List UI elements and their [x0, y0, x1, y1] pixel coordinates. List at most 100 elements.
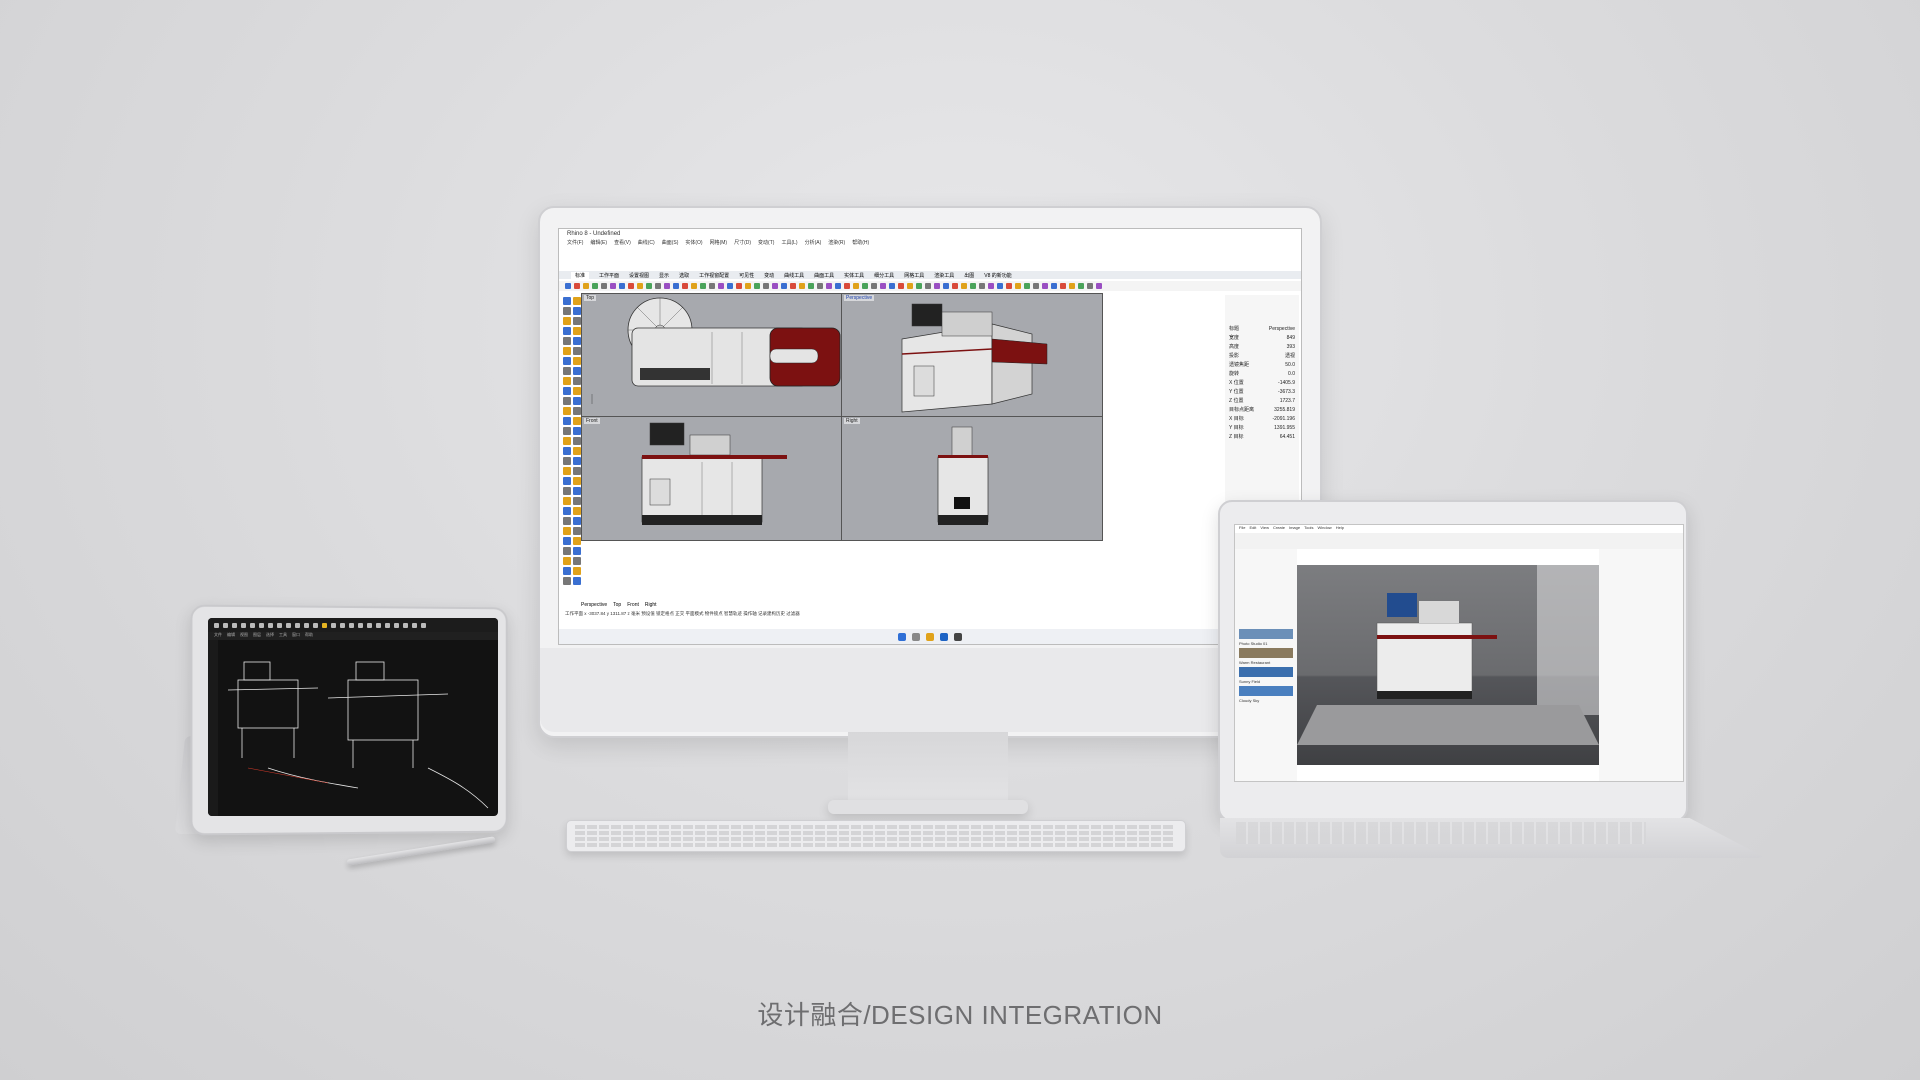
- side-tool-icon[interactable]: [573, 437, 581, 445]
- folder-icon[interactable]: [926, 632, 934, 641]
- toolbar-tool-icon[interactable]: [1069, 283, 1075, 289]
- side-tool-icon[interactable]: [563, 577, 571, 585]
- render-viewport[interactable]: [1297, 565, 1599, 765]
- toolbar-tool-icon[interactable]: [610, 283, 616, 289]
- toolbar-tool-icon[interactable]: [1006, 283, 1012, 289]
- side-tool-icon[interactable]: [563, 567, 571, 575]
- property-value[interactable]: -1405.9: [1278, 379, 1295, 388]
- menu-item[interactable]: Window: [1317, 525, 1331, 533]
- tab[interactable]: 渲染工具: [934, 272, 954, 279]
- tab[interactable]: 选取: [679, 272, 689, 279]
- menu-item[interactable]: Create: [1273, 525, 1285, 533]
- tab[interactable]: 曲面工具: [814, 272, 834, 279]
- menu-item[interactable]: 尺寸(D): [734, 239, 751, 247]
- toolbar-tool-icon[interactable]: [952, 283, 958, 289]
- property-row[interactable]: X 目标 -2091.196: [1225, 415, 1299, 424]
- toolbar-tool-icon[interactable]: [799, 283, 805, 289]
- toolbar-tool-icon[interactable]: [655, 283, 661, 289]
- tab[interactable]: 工作平面: [599, 272, 619, 279]
- menu-item[interactable]: View: [1260, 525, 1269, 533]
- side-tool-icon[interactable]: [573, 457, 581, 465]
- viewport-label[interactable]: Top: [584, 295, 597, 301]
- side-tool-icon[interactable]: [573, 357, 581, 365]
- toolbar-tool-icon[interactable]: [646, 283, 652, 289]
- menu-item[interactable]: Help: [1336, 525, 1344, 533]
- side-tool-icon[interactable]: [573, 567, 581, 575]
- side-tool-icon[interactable]: [573, 527, 581, 535]
- property-row[interactable]: 透镜焦距 50.0: [1225, 361, 1299, 370]
- toolbar-tool-icon[interactable]: [889, 283, 895, 289]
- tab[interactable]: 实体工具: [844, 272, 864, 279]
- menu-item[interactable]: Edit: [1249, 525, 1256, 533]
- toolbar-tool-icon[interactable]: [664, 283, 670, 289]
- hdri-thumb[interactable]: [1239, 629, 1293, 639]
- side-tool-icon[interactable]: [573, 307, 581, 315]
- side-tool-icon[interactable]: [573, 367, 581, 375]
- side-tool-icon[interactable]: [563, 357, 571, 365]
- property-row[interactable]: 宽度 849: [1225, 334, 1299, 343]
- side-tool-icon[interactable]: [563, 307, 571, 315]
- viewport-tab[interactable]: Right: [645, 602, 657, 608]
- toolbar-tool-icon[interactable]: [790, 283, 796, 289]
- viewport-perspective[interactable]: Perspective: [841, 293, 1103, 418]
- property-value[interactable]: 透视: [1285, 352, 1295, 361]
- property-row[interactable]: 高度 393: [1225, 343, 1299, 352]
- toolbar-tool-icon[interactable]: [592, 283, 598, 289]
- property-value[interactable]: 1723.7: [1280, 397, 1295, 406]
- property-value[interactable]: Perspective: [1269, 325, 1295, 334]
- side-tool-icon[interactable]: [573, 477, 581, 485]
- toolbar-tool-icon[interactable]: [736, 283, 742, 289]
- property-value[interactable]: 3255.819: [1274, 406, 1295, 415]
- tab[interactable]: 细分工具: [874, 272, 894, 279]
- property-row[interactable]: Y 位置 -3673.3: [1225, 388, 1299, 397]
- toolbar-tool-icon[interactable]: [871, 283, 877, 289]
- menu-item[interactable]: 帮助(H): [852, 239, 869, 247]
- menu-item[interactable]: 文件(F): [567, 239, 583, 247]
- side-tool-icon[interactable]: [563, 327, 571, 335]
- side-tool-icon[interactable]: [563, 297, 571, 305]
- toolbar-tool-icon[interactable]: [727, 283, 733, 289]
- side-tool-icon[interactable]: [563, 507, 571, 515]
- viewport-tab[interactable]: Top: [613, 602, 621, 608]
- toolbar-tool-icon[interactable]: [745, 283, 751, 289]
- viewport-label[interactable]: Front: [584, 418, 600, 424]
- property-row[interactable]: 投影 透视: [1225, 352, 1299, 361]
- side-tool-icon[interactable]: [573, 467, 581, 475]
- toolbar-tool-icon[interactable]: [574, 283, 580, 289]
- property-value[interactable]: 849: [1287, 334, 1295, 343]
- toolbar-tool-icon[interactable]: [1060, 283, 1066, 289]
- property-row[interactable]: X 位置 -1405.9: [1225, 379, 1299, 388]
- property-row[interactable]: 目标点距离 3255.819: [1225, 406, 1299, 415]
- hdri-thumb[interactable]: [1239, 667, 1293, 677]
- toolbar-tool-icon[interactable]: [700, 283, 706, 289]
- property-row[interactable]: Z 目标 64.451: [1225, 433, 1299, 442]
- toolbar-tool-icon[interactable]: [934, 283, 940, 289]
- side-tool-icon[interactable]: [563, 367, 571, 375]
- menu-item[interactable]: 变动(T): [758, 239, 774, 247]
- side-tool-icon[interactable]: [573, 507, 581, 515]
- viewport-front[interactable]: Front: [581, 416, 843, 541]
- side-tool-icon[interactable]: [563, 497, 571, 505]
- toolbar-tool-icon[interactable]: [826, 283, 832, 289]
- property-value[interactable]: 0.0: [1288, 370, 1295, 379]
- toolbar-tool-icon[interactable]: [1033, 283, 1039, 289]
- toolbar-tool-icon[interactable]: [709, 283, 715, 289]
- side-tool-icon[interactable]: [563, 457, 571, 465]
- side-tool-icon[interactable]: [563, 447, 571, 455]
- viewport-label[interactable]: Right: [844, 418, 860, 424]
- tab[interactable]: 设置视图: [629, 272, 649, 279]
- toolbar-tool-icon[interactable]: [1087, 283, 1093, 289]
- toolbar-tool-icon[interactable]: [1051, 283, 1057, 289]
- side-tool-icon[interactable]: [563, 517, 571, 525]
- side-tool-icon[interactable]: [573, 427, 581, 435]
- side-tool-icon[interactable]: [573, 517, 581, 525]
- toolbar-tool-icon[interactable]: [565, 283, 571, 289]
- side-tool-icon[interactable]: [573, 387, 581, 395]
- rhino-app-icon[interactable]: [954, 632, 962, 641]
- hdri-thumb[interactable]: [1239, 686, 1293, 696]
- search-icon[interactable]: [912, 632, 920, 641]
- property-row[interactable]: Y 目标 1391.955: [1225, 424, 1299, 433]
- tab[interactable]: 变动: [764, 272, 774, 279]
- toolbar-tool-icon[interactable]: [853, 283, 859, 289]
- menu-item[interactable]: 分析(A): [805, 239, 822, 247]
